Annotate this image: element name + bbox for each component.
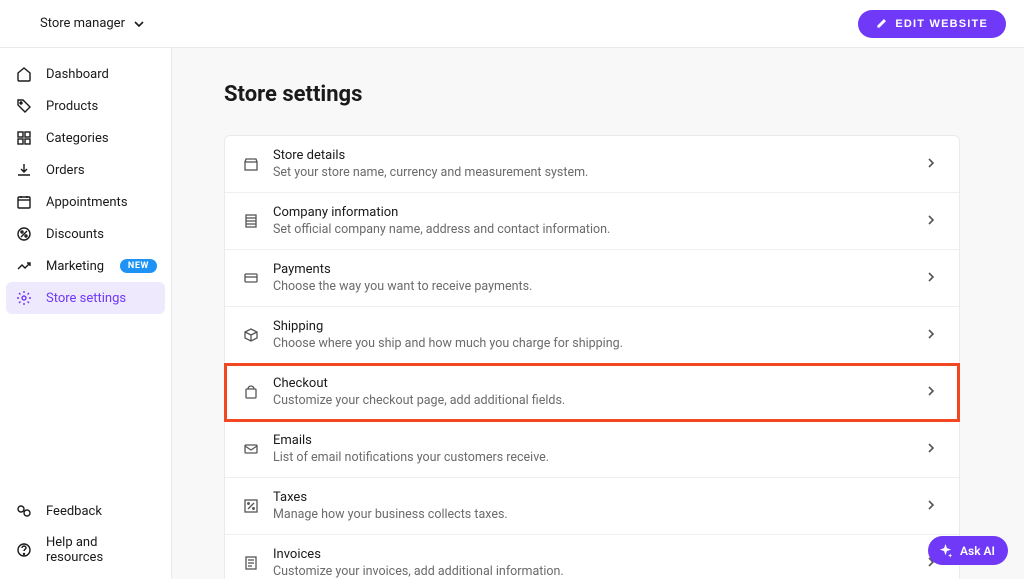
- row-text: Company information Set official company…: [273, 205, 911, 237]
- download-icon: [16, 162, 32, 178]
- sidebar-item-products[interactable]: Products: [0, 90, 171, 122]
- sidebar-item-label: Discounts: [46, 227, 157, 242]
- row-desc: Customize your checkout page, add additi…: [273, 393, 911, 408]
- feedback-icon: [16, 503, 32, 519]
- mail-icon: [243, 441, 259, 457]
- sidebar-item-categories[interactable]: Categories: [0, 122, 171, 154]
- help-icon: [16, 542, 32, 558]
- sparkle-icon: [938, 543, 953, 558]
- row-desc: Customize your invoices, add additional …: [273, 564, 911, 579]
- setting-row-emails[interactable]: Emails List of email notifications your …: [225, 421, 959, 478]
- content: Store settings Store details Set your st…: [172, 48, 1024, 579]
- building-icon: [243, 213, 259, 229]
- row-title: Invoices: [273, 547, 911, 562]
- sidebar-main: Dashboard Products Categories Orders: [0, 58, 171, 495]
- sidebar-item-appointments[interactable]: Appointments: [0, 186, 171, 218]
- sidebar-bottom: Feedback Help and resources: [0, 495, 171, 579]
- row-title: Shipping: [273, 319, 911, 334]
- document-icon: [243, 555, 259, 571]
- card-icon: [243, 270, 259, 286]
- brand-label: Store manager: [40, 16, 125, 31]
- setting-row-invoices[interactable]: Invoices Customize your invoices, add ad…: [225, 535, 959, 579]
- row-text: Payments Choose the way you want to rece…: [273, 262, 911, 294]
- sidebar-item-marketing[interactable]: Marketing NEW: [0, 250, 171, 282]
- edit-website-button[interactable]: EDIT WEBSITE: [858, 10, 1006, 38]
- row-title: Store details: [273, 148, 911, 163]
- store-icon: [243, 156, 259, 172]
- sidebar-item-label: Orders: [46, 163, 157, 178]
- layout: Dashboard Products Categories Orders: [0, 48, 1024, 579]
- row-title: Emails: [273, 433, 911, 448]
- row-text: Emails List of email notifications your …: [273, 433, 911, 465]
- row-text: Checkout Customize your checkout page, a…: [273, 376, 911, 408]
- setting-row-shipping[interactable]: Shipping Choose where you ship and how m…: [225, 307, 959, 364]
- chevron-right-icon: [925, 499, 939, 513]
- new-badge: NEW: [120, 259, 157, 273]
- chevron-down-icon: [133, 18, 145, 30]
- setting-row-taxes[interactable]: Taxes Manage how your business collects …: [225, 478, 959, 535]
- row-desc: Manage how your business collects taxes.: [273, 507, 911, 522]
- sidebar-item-label: Marketing: [46, 259, 106, 274]
- topbar: Store manager EDIT WEBSITE: [0, 0, 1024, 48]
- box-icon: [243, 327, 259, 343]
- ask-ai-label: Ask AI: [960, 544, 995, 558]
- grid-icon: [16, 130, 32, 146]
- sidebar-item-help[interactable]: Help and resources: [0, 527, 171, 573]
- sidebar-item-orders[interactable]: Orders: [0, 154, 171, 186]
- row-desc: Choose where you ship and how much you c…: [273, 336, 911, 351]
- row-title: Checkout: [273, 376, 911, 391]
- row-title: Taxes: [273, 490, 911, 505]
- row-desc: Choose the way you want to receive payme…: [273, 279, 911, 294]
- chevron-right-icon: [925, 214, 939, 228]
- setting-row-company-info[interactable]: Company information Set official company…: [225, 193, 959, 250]
- chevron-right-icon: [925, 442, 939, 456]
- chevron-right-icon: [925, 157, 939, 171]
- page-title: Store settings: [224, 82, 960, 107]
- row-title: Payments: [273, 262, 911, 277]
- sidebar-item-label: Appointments: [46, 195, 157, 210]
- setting-row-payments[interactable]: Payments Choose the way you want to rece…: [225, 250, 959, 307]
- row-title: Company information: [273, 205, 911, 220]
- tag-icon: [16, 98, 32, 114]
- row-text: Store details Set your store name, curre…: [273, 148, 911, 180]
- percent-icon: [243, 498, 259, 514]
- pencil-icon: [876, 18, 887, 29]
- discount-icon: [16, 226, 32, 242]
- settings-card: Store details Set your store name, curre…: [224, 135, 960, 579]
- gear-icon: [16, 290, 32, 306]
- calendar-icon: [16, 194, 32, 210]
- sidebar-item-dashboard[interactable]: Dashboard: [0, 58, 171, 90]
- chevron-right-icon: [925, 385, 939, 399]
- chevron-right-icon: [925, 328, 939, 342]
- sidebar-item-label: Categories: [46, 131, 157, 146]
- row-desc: Set your store name, currency and measur…: [273, 165, 911, 180]
- row-text: Invoices Customize your invoices, add ad…: [273, 547, 911, 579]
- brand-dropdown[interactable]: Store manager: [18, 16, 145, 31]
- row-desc: List of email notifications your custome…: [273, 450, 911, 465]
- home-icon: [16, 66, 32, 82]
- sidebar-item-store-settings[interactable]: Store settings: [6, 282, 165, 314]
- row-desc: Set official company name, address and c…: [273, 222, 911, 237]
- setting-row-store-details[interactable]: Store details Set your store name, curre…: [225, 136, 959, 193]
- edit-website-label: EDIT WEBSITE: [895, 18, 988, 30]
- sidebar-item-label: Dashboard: [46, 67, 157, 82]
- sidebar-item-feedback[interactable]: Feedback: [0, 495, 171, 527]
- sidebar-item-label: Feedback: [46, 504, 157, 519]
- sidebar: Dashboard Products Categories Orders: [0, 48, 172, 579]
- bag-icon: [243, 384, 259, 400]
- sidebar-item-label: Store settings: [46, 291, 151, 306]
- row-text: Taxes Manage how your business collects …: [273, 490, 911, 522]
- setting-row-checkout[interactable]: Checkout Customize your checkout page, a…: [225, 364, 959, 421]
- trend-icon: [16, 258, 32, 274]
- sidebar-item-label: Products: [46, 99, 157, 114]
- row-text: Shipping Choose where you ship and how m…: [273, 319, 911, 351]
- sidebar-item-discounts[interactable]: Discounts: [0, 218, 171, 250]
- sidebar-item-label: Help and resources: [46, 535, 157, 565]
- ask-ai-button[interactable]: Ask AI: [928, 536, 1008, 565]
- chevron-right-icon: [925, 271, 939, 285]
